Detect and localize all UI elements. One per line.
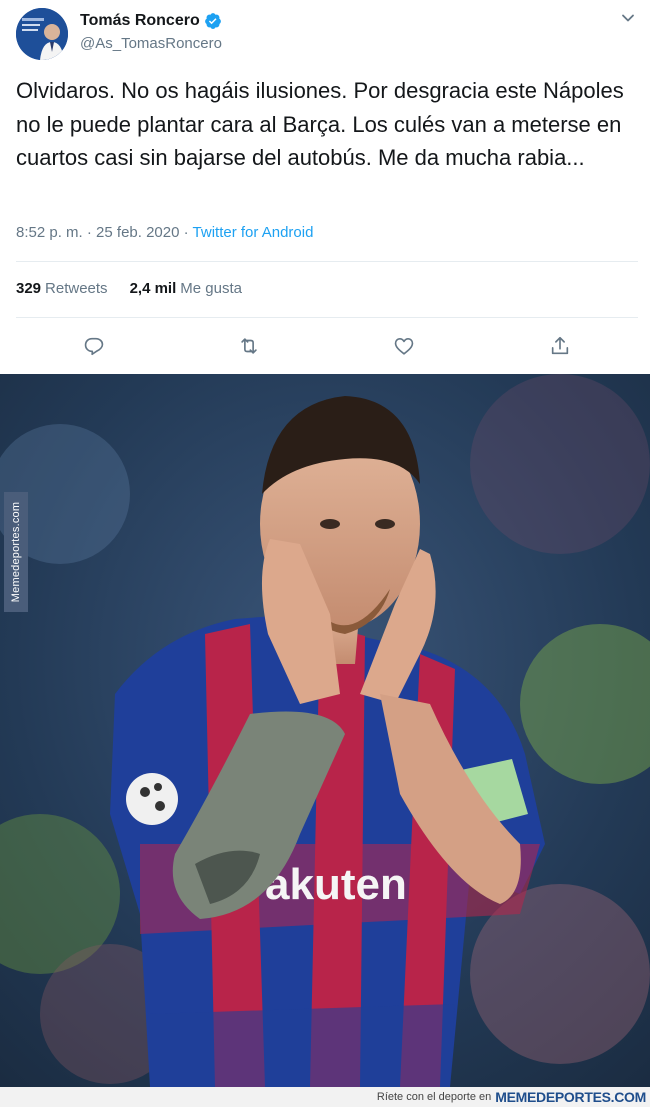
avatar[interactable] bbox=[16, 8, 68, 60]
likes-label: Me gusta bbox=[180, 280, 242, 297]
author-name-row: Tomás Roncero bbox=[80, 12, 222, 30]
retweets-count: 329 bbox=[16, 280, 42, 297]
tweet-stats: 329 Retweets 2,4 mil Me gusta bbox=[16, 280, 264, 297]
likes-count: 2,4 mil bbox=[129, 280, 177, 297]
retweet-button[interactable] bbox=[233, 330, 265, 362]
retweets-label: Retweets bbox=[45, 280, 108, 297]
user-handle[interactable]: @As_TomasRoncero bbox=[80, 35, 222, 52]
retweet-icon bbox=[241, 338, 257, 354]
shirt-sponsor-graphic: akuten bbox=[265, 860, 407, 909]
meta-separator: · bbox=[179, 224, 193, 241]
tweet-metadata: 8:52 p. m. · 25 feb. 2020 · Twitter for … bbox=[16, 224, 313, 241]
divider bbox=[16, 317, 638, 318]
reply-icon bbox=[84, 337, 104, 356]
chevron-down-icon[interactable] bbox=[620, 10, 636, 26]
verified-badge-icon bbox=[204, 13, 221, 29]
tweet-date[interactable]: 25 feb. 2020 bbox=[96, 224, 179, 241]
tweet-source-link[interactable]: Twitter for Android bbox=[193, 224, 314, 241]
reply-button[interactable] bbox=[78, 330, 110, 362]
footer-watermark-text: Ríete con el deporte en bbox=[376, 1091, 492, 1103]
avatar-image bbox=[16, 8, 68, 60]
display-name[interactable]: Tomás Roncero bbox=[80, 12, 200, 30]
tweet-actions bbox=[16, 330, 638, 362]
tweet-text: Olvidaros. No os hagáis ilusiones. Por d… bbox=[16, 78, 624, 170]
like-icon bbox=[394, 338, 414, 355]
tweet-time[interactable]: 8:52 p. m. bbox=[16, 224, 83, 241]
retweets-stat[interactable]: 329 Retweets bbox=[16, 280, 108, 297]
divider bbox=[16, 261, 638, 262]
share-icon bbox=[551, 336, 569, 355]
likes-stat[interactable]: 2,4 mil Me gusta bbox=[130, 280, 242, 297]
tweet-photo[interactable]: akuten bbox=[0, 374, 650, 1087]
side-watermark-text: Memedeportes.com bbox=[10, 501, 22, 603]
share-button[interactable] bbox=[544, 330, 576, 362]
footer-watermark-brand[interactable]: MEMEDEPORTES.COM bbox=[495, 1089, 646, 1105]
meta-separator: · bbox=[82, 224, 97, 241]
footer-watermark: Ríete con el deporte en MEMEDEPORTES.COM bbox=[0, 1087, 650, 1107]
tweet-screenshot: Tomás Roncero @As_TomasRoncero Olvidaros… bbox=[0, 0, 650, 1107]
player-photo-image: akuten bbox=[0, 374, 650, 1087]
like-button[interactable] bbox=[388, 330, 420, 362]
side-watermark: Memedeportes.com bbox=[4, 492, 28, 612]
